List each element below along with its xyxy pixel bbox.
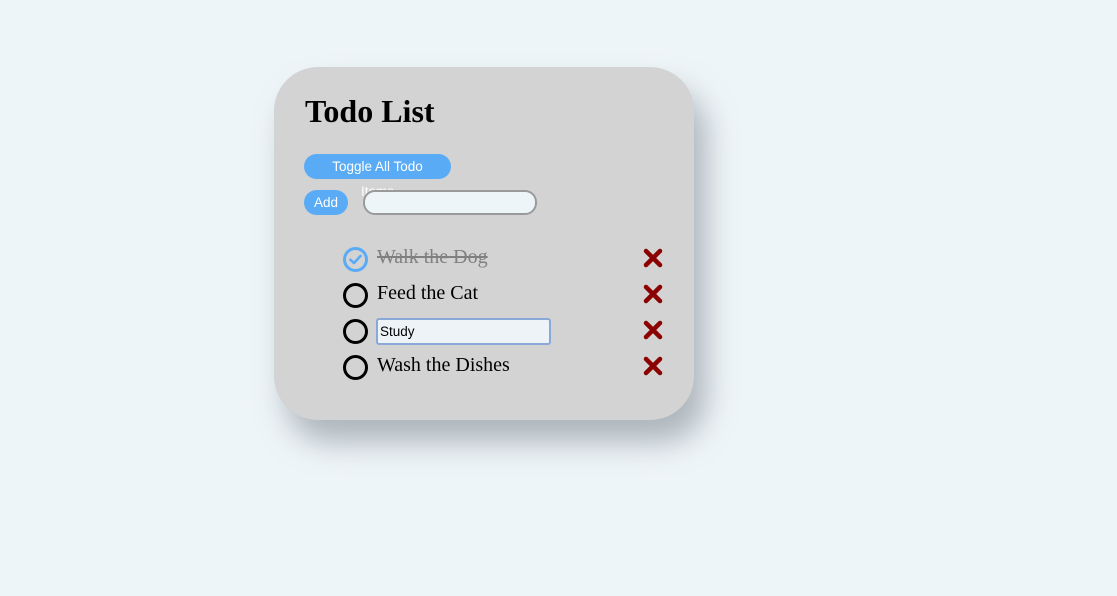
circle-icon[interactable] <box>343 283 368 308</box>
todo-card: Todo List Toggle All Todo Items Add Walk… <box>274 67 694 420</box>
todo-item <box>343 317 668 345</box>
todo-item: Walk the Dog <box>343 245 668 273</box>
todo-item: Wash the Dishes <box>343 353 668 381</box>
add-button[interactable]: Add <box>304 190 348 215</box>
todo-text[interactable]: Wash the Dishes <box>377 354 510 377</box>
circle-icon[interactable] <box>343 319 368 344</box>
delete-x-icon[interactable] <box>643 356 663 376</box>
delete-x-icon[interactable] <box>643 320 663 340</box>
todo-text[interactable]: Walk the Dog <box>377 246 488 269</box>
delete-x-icon[interactable] <box>643 248 663 268</box>
page-title: Todo List <box>305 93 435 129</box>
check-circle-icon[interactable] <box>343 247 368 272</box>
delete-x-icon[interactable] <box>643 284 663 304</box>
new-todo-input[interactable] <box>363 190 537 215</box>
todo-text[interactable]: Feed the Cat <box>377 282 478 305</box>
circle-icon[interactable] <box>343 355 368 380</box>
todo-item: Feed the Cat <box>343 281 668 309</box>
todo-edit-input[interactable] <box>376 318 551 345</box>
toggle-all-button[interactable]: Toggle All Todo Items <box>304 154 451 199</box>
